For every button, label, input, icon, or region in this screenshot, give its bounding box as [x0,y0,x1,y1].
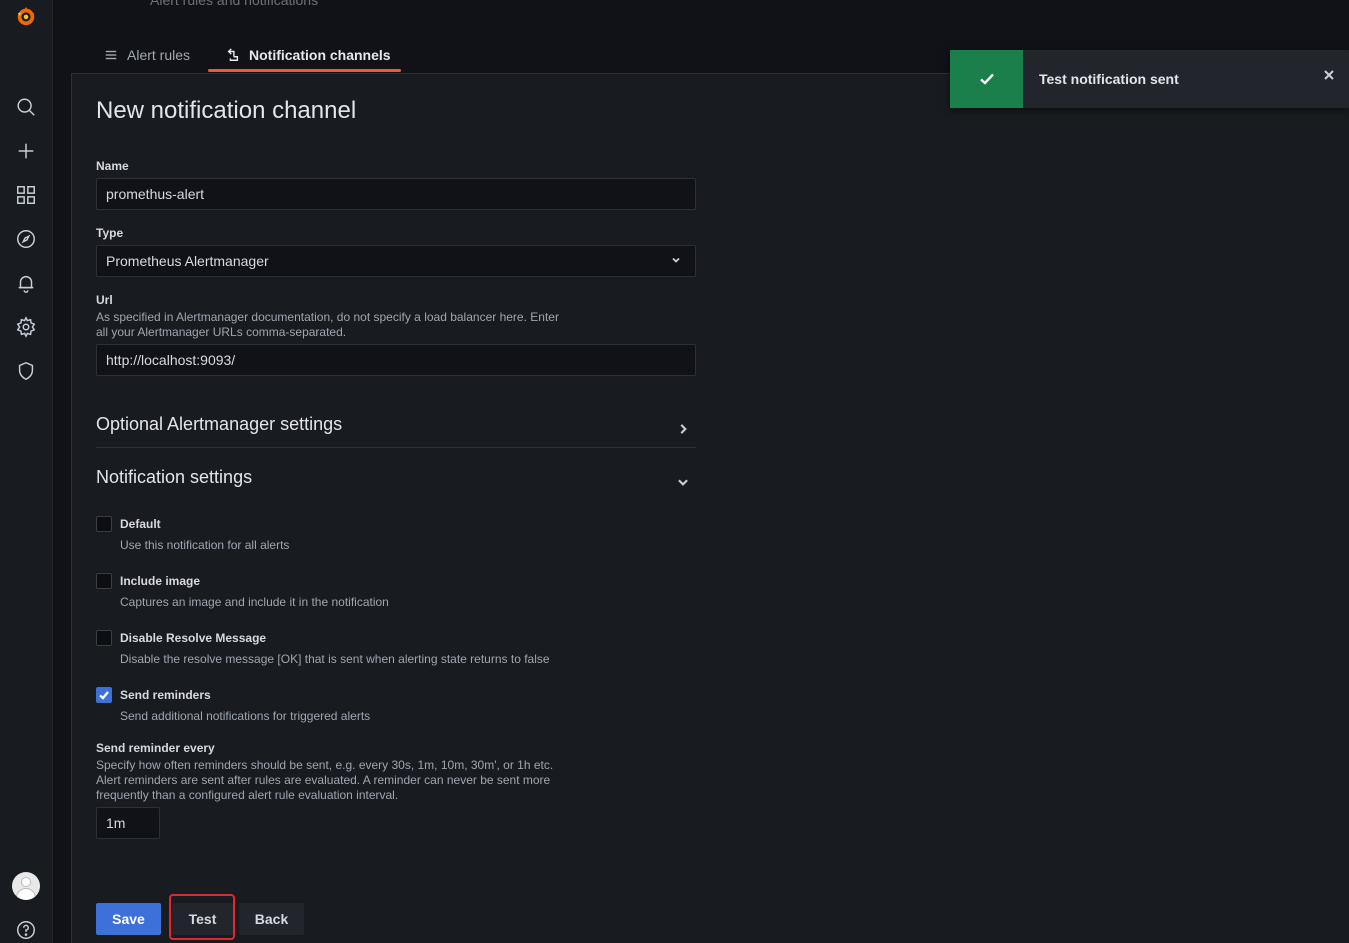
tab-notification-channels-label: Notification channels [249,46,391,63]
alerting-bell-icon[interactable] [14,271,38,295]
reminder-description-line3: frequently than a configured alert rule … [96,788,399,802]
toast-status [950,50,1023,108]
disable-resolve-message-checkbox[interactable] [96,630,112,646]
send-reminder-every-label: Send reminder every [96,741,215,755]
grafana-logo-icon[interactable] [14,4,38,28]
page-subtitle-faded: Alert rules and notifications [150,0,319,8]
disable-resolve-message-checkbox-label: Disable Resolve Message [120,631,267,645]
name-input-value: promethus-alert [106,186,205,202]
tab-alert-rules-label: Alert rules [127,46,191,63]
url-label: Url [96,293,113,307]
include-image-checkbox-label: Include image [120,574,201,588]
include-image-checkbox-description: Captures an image and include it in the … [120,595,389,609]
default-checkbox-description: Use this notification for all alerts [120,538,290,552]
default-checkbox-label: Default [120,517,161,531]
bell-channel-icon [227,47,239,61]
explore-compass-icon[interactable] [14,227,38,251]
url-input-value: http://localhost:9093/ [106,352,236,368]
name-label: Name [96,159,129,173]
notification-settings-title: Notification settings [96,467,253,487]
include-image-checkbox[interactable] [96,573,112,589]
send-reminders-checkbox[interactable] [96,687,112,703]
chevron-down-icon [670,253,682,269]
close-icon[interactable] [1323,68,1337,82]
reminder-interval-value: 1m [106,815,126,831]
toast-message: Test notification sent [1039,71,1179,87]
tab-notification-channels[interactable]: Notification channels [208,36,401,73]
help-icon[interactable] [14,918,38,942]
success-toast: Test notification sent [950,50,1349,108]
type-select-value: Prometheus Alertmanager [106,253,269,269]
reminder-description-line2: Alert reminders are sent after rules are… [96,773,551,787]
name-input[interactable]: promethus-alert [96,178,696,210]
list-icon [105,50,117,59]
disable-resolve-message-checkbox-description: Disable the resolve message [OK] that is… [120,652,550,666]
url-description-line2: all your Alertmanager URLs comma-separat… [96,325,347,339]
search-icon[interactable] [14,95,38,119]
default-checkbox[interactable] [96,516,112,532]
type-label: Type [96,226,124,240]
configuration-gear-icon[interactable] [14,315,38,339]
chevron-down-icon [676,473,690,494]
sidebar [0,0,53,943]
back-button[interactable]: Back [239,903,304,935]
page-title: New notification channel [96,97,357,124]
url-input[interactable]: http://localhost:9093/ [96,344,696,376]
url-description-line1: As specified in Alertmanager documentati… [96,310,559,324]
send-reminders-checkbox-description: Send additional notifications for trigge… [120,709,371,723]
check-icon [979,73,994,85]
save-button[interactable]: Save [96,903,161,935]
type-select[interactable]: Prometheus Alertmanager [96,245,696,277]
send-reminders-checkbox-label: Send reminders [120,688,211,702]
active-tab-indicator [208,69,401,72]
optional-settings-title: Optional Alertmanager settings [96,414,343,434]
plus-icon[interactable] [14,139,38,163]
optional-alertmanager-settings-toggle[interactable]: Optional Alertmanager settings [96,414,696,448]
chevron-right-icon [676,420,690,441]
reminder-description-line1: Specify how often reminders should be se… [96,758,554,772]
test-button-highlight [169,894,235,940]
checkmark-icon [99,691,109,700]
tab-alert-rules[interactable]: Alert rules [104,36,190,73]
server-admin-shield-icon[interactable] [14,359,38,383]
reminder-interval-input[interactable]: 1m [96,807,160,839]
user-avatar[interactable] [12,872,40,900]
notification-settings-toggle[interactable]: Notification settings [96,467,696,501]
dashboards-grid-icon[interactable] [14,183,38,207]
